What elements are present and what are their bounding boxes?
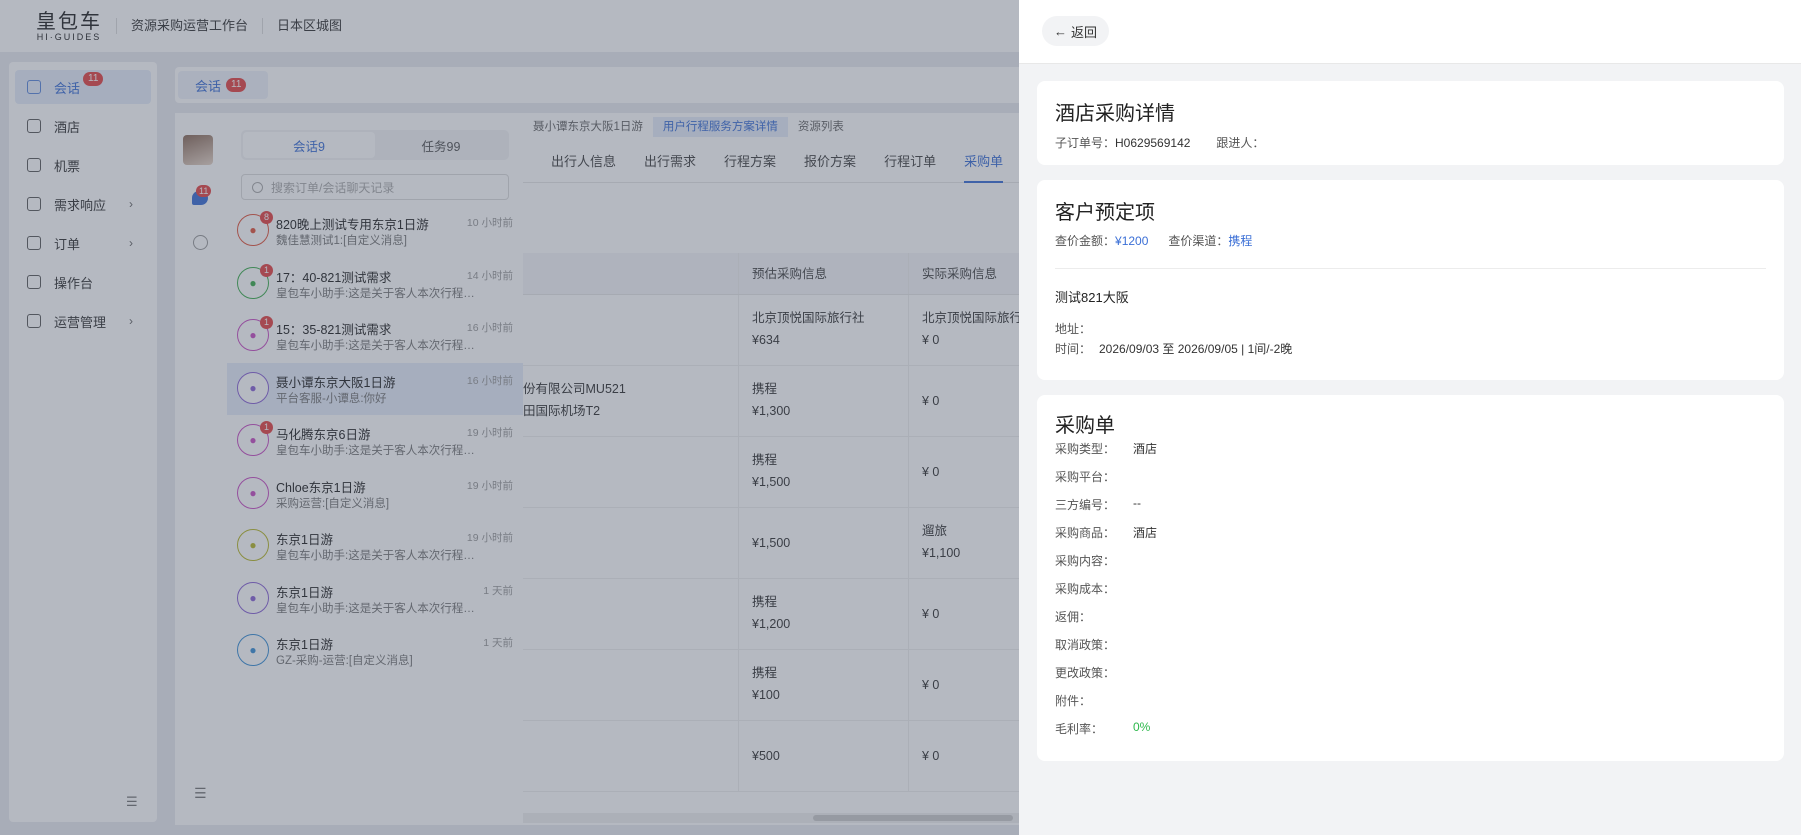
field-value: -- xyxy=(1133,496,1141,510)
back-label: 返回 xyxy=(1071,24,1098,40)
channel-value[interactable]: 携程 xyxy=(1228,232,1252,249)
arrow-left-icon: ← xyxy=(1054,23,1067,39)
follower-label: 跟进人： xyxy=(1216,136,1265,150)
field-label: 返佣： xyxy=(1055,610,1092,624)
field-label: 取消政策： xyxy=(1055,638,1116,652)
purchase-field-row: 采购成本： xyxy=(1055,580,1133,597)
field-label: 三方编号： xyxy=(1055,498,1116,512)
purchase-field-row: 返佣： xyxy=(1055,608,1133,625)
purchase-field-row: 三方编号： -- xyxy=(1055,496,1141,513)
address-label: 地址： xyxy=(1055,322,1092,336)
field-label: 采购成本： xyxy=(1055,582,1116,596)
field-label: 采购类型： xyxy=(1055,442,1116,456)
hotel-purchase-card: 酒店采购详情 子订单号： H0629569142 跟进人： xyxy=(1037,81,1784,165)
field-value: 0% xyxy=(1133,720,1151,734)
field-label: 采购内容： xyxy=(1055,554,1116,568)
divider xyxy=(1055,268,1766,269)
hotel-purchase-drawer: ← 返回 酒店采购详情 子订单号： H0629569142 跟进人： 客户预定项… xyxy=(1019,0,1801,835)
purchase-field-row: 取消政策： xyxy=(1055,636,1133,653)
purchase-field-row: 附件： xyxy=(1055,692,1133,709)
hotel-name: 测试821大阪 xyxy=(1055,290,1129,305)
time-value: 2026/09/03 至 2026/09/05 | 1间/-2晚 xyxy=(1099,342,1293,356)
sub-order-value: H0629569142 xyxy=(1115,135,1191,150)
section-title: 客户预定项 xyxy=(1055,202,1155,224)
price-value: ¥1200 xyxy=(1115,233,1149,248)
purchase-order-card: 采购单 采购类型： 酒店 采购平台： 三方编号： -- 采购商品： 酒店 采购内容： 采购成本：… xyxy=(1037,395,1784,761)
time-label: 时间： xyxy=(1055,342,1092,356)
time-row: 时间： 2026/09/03 至 2026/09/05 | 1间/-2晚 xyxy=(1055,340,1292,357)
customer-booking-card: 客户预定项 查价金额： ¥1200 查价渠道： 携程 测试821大阪 地址： 时… xyxy=(1037,180,1784,380)
section-title: 采购单 xyxy=(1055,415,1115,437)
sub-order-row: 子订单号： H0629569142 跟进人： xyxy=(1055,134,1264,151)
page-title: 酒店采购详情 xyxy=(1055,103,1175,125)
drawer-header: ← 返回 xyxy=(1019,0,1801,64)
back-button[interactable]: ← 返回 xyxy=(1042,16,1110,46)
field-label: 附件： xyxy=(1055,694,1092,708)
purchase-field-row: 采购商品： 酒店 xyxy=(1055,524,1157,541)
price-row: 查价金额： ¥1200 查价渠道： 携程 xyxy=(1055,232,1252,249)
channel-label: 查价渠道： xyxy=(1168,234,1229,248)
purchase-field-row: 更改政策： xyxy=(1055,664,1133,681)
field-label: 更改政策： xyxy=(1055,666,1116,680)
price-label: 查价金额： xyxy=(1055,234,1116,248)
field-value: 酒店 xyxy=(1133,442,1158,456)
field-label: 采购平台： xyxy=(1055,470,1116,484)
purchase-field-row: 毛利率： 0% xyxy=(1055,720,1150,737)
purchase-field-row: 采购内容： xyxy=(1055,552,1133,569)
field-value: 酒店 xyxy=(1133,526,1158,540)
sub-order-label: 子订单号： xyxy=(1055,136,1116,150)
field-label: 毛利率： xyxy=(1055,722,1104,736)
purchase-field-row: 采购平台： xyxy=(1055,468,1133,485)
purchase-field-row: 采购类型： 酒店 xyxy=(1055,440,1157,457)
field-label: 采购商品： xyxy=(1055,526,1116,540)
address-row: 地址： xyxy=(1055,320,1091,337)
